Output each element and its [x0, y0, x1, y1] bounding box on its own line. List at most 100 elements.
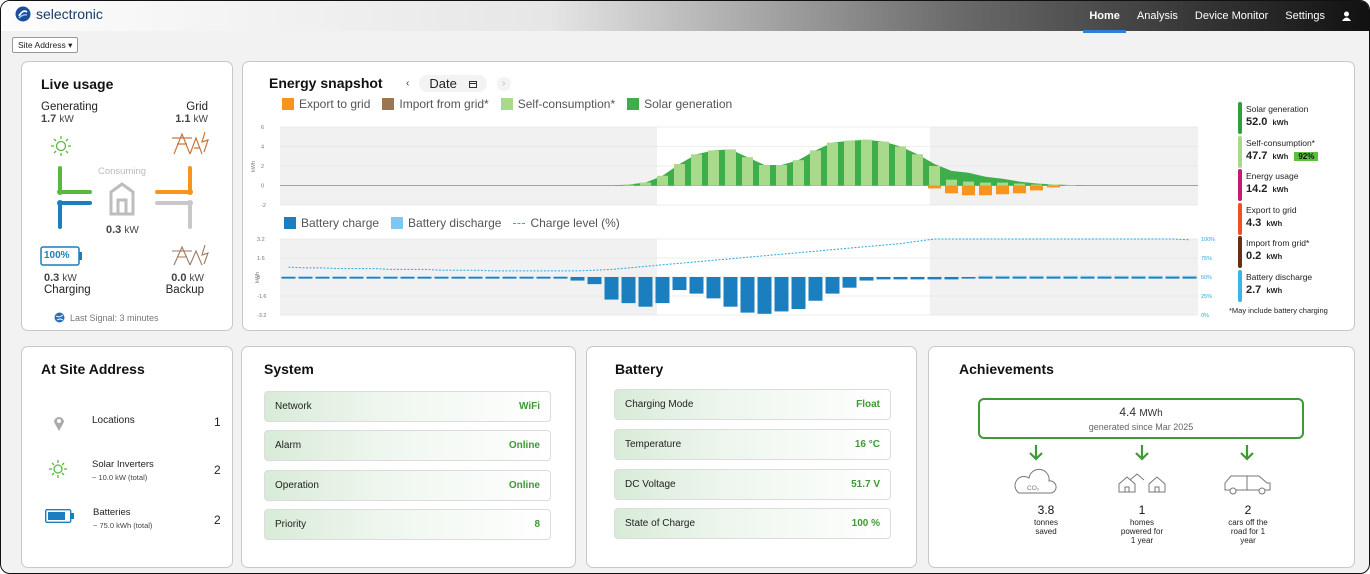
next-date-icon[interactable]: ›: [496, 76, 511, 91]
summary-item[interactable]: Solar generation 52.0 kWh: [1238, 102, 1348, 134]
battery-row-temperature[interactable]: Temperature 16 °C: [614, 429, 891, 460]
prev-date-icon[interactable]: ‹: [406, 78, 409, 89]
inverters-row[interactable]: Solar Inverters ~ 10.0 kW (total) 2: [44, 459, 244, 482]
summary-item[interactable]: Export to grid 4.3 kWh: [1238, 202, 1348, 235]
date-picker[interactable]: Date: [419, 75, 487, 92]
battery-charge-bar: [1097, 277, 1112, 279]
achievements-title: Achievements: [959, 361, 1054, 377]
y2-tick-label: 25%: [1201, 294, 1212, 300]
y-tick-label: 4: [261, 145, 264, 151]
battery-charge-bar: [910, 277, 925, 280]
battery-flow-line: [58, 201, 92, 229]
system-row-operation[interactable]: Operation Online: [264, 470, 551, 501]
system-row-network[interactable]: Network WiFi: [264, 391, 551, 422]
summary-color-bar: [1238, 269, 1242, 302]
summary-item[interactable]: Battery discharge 2.7 kWh: [1238, 269, 1348, 302]
car-icon: [1224, 475, 1271, 495]
summary-value: 14.2: [1246, 183, 1268, 195]
achievement-co2: 3.8 tonnes saved: [1011, 503, 1081, 536]
legend-item[interactable]: Self-consumption*: [500, 97, 615, 111]
battery-charge-bar: [961, 277, 976, 279]
self-consumption-bar: [623, 184, 634, 186]
achievement-homes: 1 homes powered for 1 year: [1107, 503, 1177, 545]
self-consumption-bar: [691, 154, 702, 186]
legend-item[interactable]: Battery discharge: [391, 216, 501, 230]
calendar-icon[interactable]: [468, 80, 477, 88]
battery-discharge-bar: [1080, 275, 1095, 277]
achievement-desc: cars off the road for 1 year: [1228, 518, 1268, 545]
battery-charge-bar: [349, 277, 364, 279]
legend-item[interactable]: Import from grid*: [382, 97, 489, 111]
battery-discharge-bar: [519, 276, 534, 277]
self-consumption-bar: [895, 146, 906, 186]
battery-charge-bar: [655, 277, 670, 304]
system-row-label: Network: [275, 401, 312, 412]
battery-charge-bar: [1012, 277, 1027, 279]
battery-charge-bar: [978, 277, 993, 279]
system-row-label: Operation: [275, 480, 319, 491]
self-consumption-badge: 92%: [1294, 151, 1319, 161]
location-pin-icon: [54, 417, 64, 431]
batteries-row[interactable]: Batteries ~ 75.0 kWh (total) 2: [44, 507, 244, 530]
y-tick-label: 2: [261, 164, 264, 170]
achievement-desc: tonnes saved: [1033, 518, 1059, 536]
locations-row[interactable]: Locations 1: [44, 415, 244, 431]
battery-charge-bar: [1029, 277, 1044, 279]
battery-row-label: DC Voltage: [625, 479, 676, 490]
legend-label: Import from grid*: [399, 97, 489, 111]
user-icon[interactable]: [1342, 11, 1351, 21]
legend-swatch: [284, 217, 296, 229]
locations-count: 1: [214, 415, 221, 429]
nav-home[interactable]: Home: [1083, 10, 1126, 33]
battery-charge-bar: [383, 277, 398, 279]
date-label: Date: [429, 76, 457, 91]
battery-discharge-bar: [1114, 275, 1129, 277]
self-consumption-bar: [946, 179, 957, 186]
battery-discharge-bar: [553, 276, 568, 277]
battery-discharge-bar: [1063, 275, 1078, 277]
battery-charge-bar: [604, 277, 619, 300]
legend-item[interactable]: Battery charge: [284, 216, 379, 230]
summary-item[interactable]: Energy usage 14.2 kWh: [1238, 169, 1348, 201]
legend-item[interactable]: Charge level (%): [513, 216, 620, 230]
nav-analysis[interactable]: Analysis: [1137, 10, 1178, 22]
legend-item[interactable]: Solar generation: [627, 97, 732, 111]
backup-tower-icon: [172, 244, 209, 266]
achievement-value: 2: [1244, 503, 1252, 517]
sun-icon: [51, 136, 71, 156]
summary-color-bar: [1238, 102, 1242, 134]
energy-snapshot-card: Energy snapshot ‹ Date › Export to grid I…: [242, 61, 1355, 331]
legend-item[interactable]: Export to grid: [282, 97, 370, 111]
summary-item[interactable]: Import from grid* 0.2 kWh: [1238, 236, 1348, 268]
summary-reading: 2.7 kWh: [1246, 284, 1348, 296]
nav-settings[interactable]: Settings: [1285, 10, 1325, 22]
y-axis-label: kWh: [255, 272, 261, 283]
consuming-unit: kW: [124, 225, 139, 236]
summary-reading: 0.2 kWh: [1246, 250, 1348, 262]
self-consumption-bar: [929, 166, 940, 186]
last-signal-text: Last Signal: 3 minutes: [70, 312, 159, 323]
battery-row-dc-voltage[interactable]: DC Voltage 51.7 V: [614, 469, 891, 500]
export-bar: [945, 185, 958, 194]
charging-unit: kW: [62, 273, 77, 284]
brand-logo[interactable]: selectronic: [15, 6, 103, 22]
battery-charge-bar: [570, 277, 585, 281]
legend-label: Charge level (%): [530, 216, 620, 230]
battery-row-charging-mode[interactable]: Charging Mode Float: [614, 389, 891, 420]
achievement-graphics: CO₂: [1014, 445, 1271, 495]
export-bar: [1047, 185, 1060, 188]
battery-charge-bar: [995, 277, 1010, 279]
battery-charge-bar: [859, 277, 874, 281]
summary-value: 52.0: [1246, 116, 1268, 128]
system-row-alarm[interactable]: Alarm Online: [264, 430, 551, 461]
battery-charge-bar: [417, 277, 432, 279]
nav-device-monitor[interactable]: Device Monitor: [1195, 10, 1268, 22]
summary-item[interactable]: Self-consumption* 47.7 kWh 92%: [1238, 135, 1348, 168]
site-address-select[interactable]: Site Address ▾: [12, 37, 79, 53]
battery-discharge-bar: [1148, 275, 1163, 277]
self-consumption-bar: [657, 175, 668, 186]
system-row-priority[interactable]: Priority 8: [264, 509, 551, 540]
charging-reading: 0.3 kW: [44, 272, 91, 284]
inverters-text: Solar Inverters ~ 10.0 kW (total): [92, 459, 154, 482]
battery-row-state-of-charge[interactable]: State of Charge 100 %: [614, 508, 891, 539]
